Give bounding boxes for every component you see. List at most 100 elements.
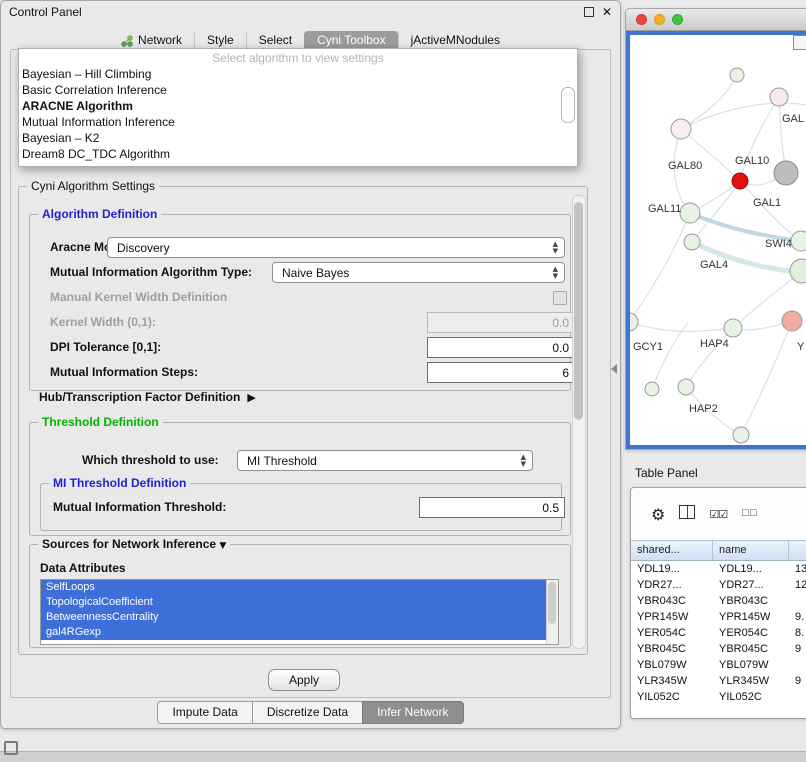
attribute-item[interactable]: gal4RGexp bbox=[41, 625, 546, 640]
table-row[interactable]: YER054CYER054C8. bbox=[631, 625, 806, 641]
table-settings-gear-icon[interactable]: ⚙ bbox=[651, 505, 665, 524]
table-cell bbox=[789, 689, 806, 705]
manual-kernel-width-label: Manual Kernel Width Definition bbox=[50, 290, 227, 304]
minimize-window-icon[interactable] bbox=[654, 14, 665, 25]
control-panel-window: Control Panel ✕ NetworkStyleSelectCyni T… bbox=[0, 0, 621, 729]
aracne-mode-select[interactable]: Discovery ▲▼ bbox=[107, 237, 565, 258]
attribute-item[interactable]: TopologicalCoefficient bbox=[41, 595, 546, 610]
algorithm-option[interactable]: Dream8 DC_TDC Algorithm bbox=[19, 146, 577, 162]
table-row[interactable]: YBR045CYBR045C9 bbox=[631, 641, 806, 657]
network-node-label: HAP2 bbox=[689, 403, 718, 415]
table-cell: YER054C bbox=[631, 625, 713, 641]
table-row[interactable]: YPR145WYPR145W9. bbox=[631, 609, 806, 625]
attribute-item[interactable]: BetweennessCentrality bbox=[41, 610, 546, 625]
collapsed-arrow-icon[interactable]: ▶ bbox=[247, 391, 255, 404]
table-cell: YPR145W bbox=[631, 609, 713, 625]
popup-scrollbar-thumb[interactable] bbox=[561, 87, 575, 123]
attributes-scrollbar-thumb[interactable] bbox=[548, 582, 556, 624]
network-edge[interactable] bbox=[630, 322, 733, 331]
table-toolbar: ⚙ ☑☑ ☐☐ bbox=[631, 488, 806, 540]
table-header-cell[interactable]: name bbox=[713, 541, 789, 560]
network-edge[interactable] bbox=[681, 75, 737, 129]
network-node-label: GAL4 bbox=[700, 259, 728, 271]
network-canvas[interactable]: GAL80GAL10GAL11GAL1SWI4GAL4GCY1HAP4HAP2G… bbox=[630, 35, 806, 445]
network-window-titlebar[interactable] bbox=[626, 9, 806, 31]
select-all-columns-icon[interactable]: ☑☑ bbox=[709, 508, 727, 521]
mi-steps-field[interactable]: 6 bbox=[427, 362, 575, 383]
algorithm-option[interactable]: Mutual Information Inference bbox=[19, 114, 577, 130]
hub-transcription-factor-section[interactable]: Hub/Transcription Factor Definition ▶ bbox=[39, 390, 256, 404]
network-canvas-area[interactable]: GAL80GAL10GAL11GAL1SWI4GAL4GCY1HAP4HAP2G… bbox=[626, 31, 806, 449]
window-restore-icon[interactable] bbox=[4, 741, 18, 755]
table-cell: YBR043C bbox=[713, 593, 789, 609]
settings-scrollbar-thumb[interactable] bbox=[574, 202, 583, 420]
bottom-tab-discretize-data[interactable]: Discretize Data bbox=[252, 701, 363, 724]
algorithm-option[interactable]: ARACNE Algorithm bbox=[19, 98, 577, 114]
network-node[interactable] bbox=[730, 68, 744, 82]
mi-threshold-legend: MI Threshold Definition bbox=[49, 476, 190, 491]
close-window-icon[interactable] bbox=[636, 14, 647, 25]
bottom-tab-infer-network[interactable]: Infer Network bbox=[362, 701, 463, 724]
network-node[interactable] bbox=[732, 173, 748, 189]
expanded-arrow-icon[interactable]: ▼ bbox=[219, 541, 226, 551]
network-node[interactable] bbox=[733, 427, 749, 443]
table-row[interactable]: YLR345WYLR345W9 bbox=[631, 673, 806, 689]
network-overview-button[interactable] bbox=[793, 35, 806, 50]
unselect-all-columns-icon[interactable]: ☐☐ bbox=[741, 509, 757, 519]
network-node[interactable] bbox=[724, 319, 742, 337]
table-cell: 9 bbox=[789, 641, 806, 657]
table-row[interactable]: YIL052CYIL052C bbox=[631, 689, 806, 705]
table-header-cell[interactable]: shared... bbox=[631, 541, 713, 560]
network-node[interactable] bbox=[678, 379, 694, 395]
manual-kernel-width-checkbox[interactable] bbox=[553, 291, 567, 305]
threshold-definition-group: Threshold Definition Which threshold to … bbox=[29, 422, 571, 536]
aracne-mode-value: Discovery bbox=[117, 241, 170, 255]
network-node[interactable] bbox=[671, 119, 691, 139]
table-cell: YDR27... bbox=[631, 577, 713, 593]
algorithm-option[interactable]: Bayesian – Hill Climbing bbox=[19, 66, 577, 82]
table-row[interactable]: YDL19...YDL19...13 bbox=[631, 561, 806, 577]
algorithm-option[interactable]: Basic Correlation Inference bbox=[19, 82, 577, 98]
network-node[interactable] bbox=[680, 203, 700, 223]
network-node[interactable] bbox=[791, 231, 806, 251]
which-threshold-select[interactable]: MI Threshold ▲▼ bbox=[237, 450, 533, 471]
network-node[interactable] bbox=[645, 382, 659, 396]
splitter-collapse-arrow[interactable] bbox=[611, 364, 617, 374]
control-panel-title: Control Panel bbox=[9, 5, 584, 19]
network-node[interactable] bbox=[684, 234, 700, 250]
network-edge[interactable] bbox=[681, 129, 740, 181]
mi-threshold-definition-group: MI Threshold Definition Mutual Informati… bbox=[40, 483, 562, 531]
table-row[interactable]: YDR27...YDR27...12 bbox=[631, 577, 806, 593]
dpi-tolerance-field[interactable]: 0.0 bbox=[427, 337, 575, 358]
table-header-cell[interactable] bbox=[789, 541, 806, 560]
algorithm-option[interactable]: Bayesian – K2 bbox=[19, 130, 577, 146]
bottom-tab-impute-data[interactable]: Impute Data bbox=[157, 701, 252, 724]
network-node[interactable] bbox=[630, 313, 638, 331]
application-root: Control Panel ✕ NetworkStyleSelectCyni T… bbox=[0, 0, 806, 762]
attribute-item[interactable]: SelfLoops bbox=[41, 580, 546, 595]
float-window-icon[interactable] bbox=[584, 7, 594, 17]
table-row[interactable]: YBL079WYBL079W bbox=[631, 657, 806, 673]
table-cell: 12 bbox=[789, 577, 806, 593]
network-edge[interactable] bbox=[652, 323, 688, 389]
kernel-width-field[interactable]: 0.0 bbox=[427, 312, 575, 333]
network-node[interactable] bbox=[770, 88, 788, 106]
mi-algorithm-type-select[interactable]: Naive Bayes ▲▼ bbox=[272, 262, 565, 283]
network-edge[interactable] bbox=[686, 328, 733, 387]
table-cell: 13 bbox=[789, 561, 806, 577]
network-node[interactable] bbox=[774, 161, 798, 185]
sources-legend[interactable]: Sources for Network Inference ▼ bbox=[38, 537, 230, 554]
show-columns-icon[interactable] bbox=[679, 505, 695, 524]
table-cell: YDR27... bbox=[713, 577, 789, 593]
network-edge[interactable] bbox=[741, 321, 792, 435]
network-edge[interactable] bbox=[740, 97, 779, 181]
close-panel-icon[interactable]: ✕ bbox=[602, 6, 612, 18]
table-row[interactable]: YBR043CYBR043C bbox=[631, 593, 806, 609]
zoom-window-icon[interactable] bbox=[672, 14, 683, 25]
attributes-scrollbar[interactable] bbox=[546, 580, 558, 644]
network-edge[interactable] bbox=[630, 213, 690, 322]
network-node[interactable] bbox=[782, 311, 802, 331]
mi-threshold-field[interactable]: 0.5 bbox=[419, 497, 565, 518]
apply-button[interactable]: Apply bbox=[268, 669, 340, 691]
settings-scrollbar[interactable] bbox=[572, 195, 586, 649]
